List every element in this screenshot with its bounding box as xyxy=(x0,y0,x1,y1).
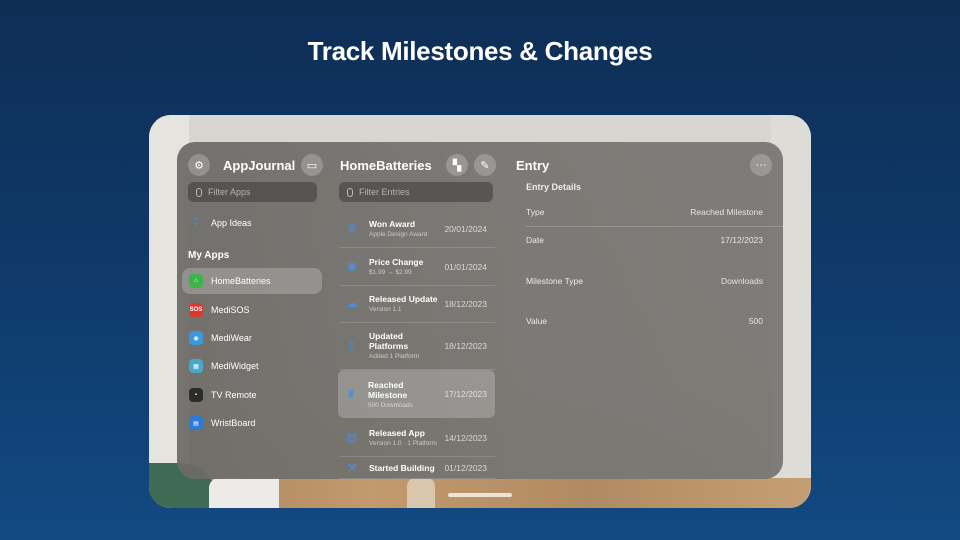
compose-button[interactable]: ✎ xyxy=(474,154,496,176)
filter-button[interactable]: ▚ xyxy=(446,154,468,176)
trophy-icon: ♛ xyxy=(347,223,357,235)
list-item[interactable]: ⚒ Started Building 01/12/2023 xyxy=(339,457,495,479)
filter-icon: ▚ xyxy=(452,159,462,172)
app-icon: ⌂ xyxy=(189,274,203,288)
app-icon: ▤ xyxy=(189,416,203,430)
sidebar-item-app-ideas[interactable]: 💡︎ App Ideas xyxy=(182,210,322,236)
sidebar-item-app[interactable]: ▤ WristBoard xyxy=(182,410,322,436)
my-apps-section-label: My Apps xyxy=(188,250,230,261)
entry-date: 14/12/2023 xyxy=(444,432,487,443)
entry-details-heading: Entry Details xyxy=(526,182,582,192)
price-tag-icon: ▣ xyxy=(346,261,358,273)
sidebar-item-app[interactable]: SOS MediSOS xyxy=(182,297,322,323)
hammer-icon: ⚒ xyxy=(347,462,357,474)
compose-icon: ✎ xyxy=(480,159,490,172)
list-item[interactable]: ▯ Updated Platforms Added 1 Platform 18/12/… xyxy=(339,322,495,370)
folder-add-icon: ▭ xyxy=(306,159,318,172)
entry-date: 18/12/2023 xyxy=(444,340,487,351)
entry-list-pane: HomeBatteries ▚ ✎ Filter Entries ♛ Won Aw… xyxy=(330,142,504,479)
entry-subtitle: $1.99 → $2.99 xyxy=(369,269,412,276)
sidebar-title: AppJournal xyxy=(223,157,296,173)
entry-subtitle: Added 1 Platform xyxy=(369,353,420,360)
entry-title: Won Award xyxy=(369,219,416,229)
sidebar: ⚙ AppJournal ▭ Filter Apps 💡︎ App Ideas … xyxy=(177,142,330,479)
sidebar-item-label: MediSOS xyxy=(211,305,250,315)
entry-detail-pane: Entry ··· Entry Details Type Reached Mil… xyxy=(504,142,783,479)
entry-title: Updated Platforms xyxy=(369,331,409,351)
more-options-button[interactable]: ··· xyxy=(750,154,772,176)
app-icon: ▦ xyxy=(189,359,203,373)
entry-subtitle: Version 1.1 xyxy=(369,306,402,313)
sidebar-item-label: MediWidget xyxy=(211,361,259,371)
list-item[interactable]: ☁ Released Update Version 1.1 18/12/2023 xyxy=(339,285,495,323)
entry-date: 18/12/2023 xyxy=(444,298,487,309)
app-window: ⚙ AppJournal ▭ Filter Apps 💡︎ App Ideas … xyxy=(177,142,783,479)
app-icon: SOS xyxy=(189,303,203,317)
entry-subtitle: Version 1.0 · 1 Platform xyxy=(369,440,437,447)
sidebar-item-label: TV Remote xyxy=(211,390,257,400)
list-item[interactable]: ♜ Reached Milestone 500 Downloads 17/12/202… xyxy=(338,370,495,418)
add-app-button[interactable]: ▭ xyxy=(301,154,323,176)
gear-icon: ⚙ xyxy=(194,159,204,172)
device-icon: ▯ xyxy=(348,340,356,352)
detail-row-value[interactable]: Value 500 xyxy=(526,316,763,326)
entry-date: 17/12/2023 xyxy=(444,389,487,399)
entry-date: 01/12/2023 xyxy=(444,462,487,473)
divider xyxy=(526,226,783,227)
filter-entries-input[interactable]: Filter Entries xyxy=(339,182,493,202)
detail-row-type: Type Reached Milestone xyxy=(526,207,763,217)
settings-button[interactable]: ⚙ xyxy=(188,154,210,176)
entry-title: Price Change xyxy=(369,257,424,267)
sidebar-item-app[interactable]: ▦ MediWidget xyxy=(182,353,322,379)
entry-subtitle: Apple Design Award xyxy=(369,231,428,238)
list-title: HomeBatteries xyxy=(340,157,432,173)
list-item[interactable]: ▣ Price Change $1.99 → $2.99 01/01/2024 xyxy=(339,248,495,286)
entry-title: Reached Milestone xyxy=(368,379,408,400)
milestone-icon: ♜ xyxy=(346,388,356,401)
list-item[interactable]: ▧ Released App Version 1.0 · 1 Platform 14/… xyxy=(339,419,495,457)
entry-title: Started Building xyxy=(369,462,435,473)
filter-apps-input[interactable]: Filter Apps xyxy=(188,182,317,202)
sidebar-item-app[interactable]: ⌂ HomeBatteries xyxy=(182,268,322,294)
list-item[interactable]: ♛ Won Award Apple Design Award 20/01/2024 xyxy=(339,210,495,248)
lightbulb-icon: 💡︎ xyxy=(192,216,200,229)
page-headline: Track Milestones & Changes xyxy=(307,36,653,66)
entry-title: Released Update xyxy=(369,294,438,304)
app-release-icon: ▧ xyxy=(346,432,358,444)
sidebar-item-label: WristBoard xyxy=(211,418,256,428)
microphone-icon xyxy=(196,187,202,197)
detail-row-milestone-type[interactable]: Milestone Type Downloads xyxy=(526,276,763,286)
app-icon: ◉ xyxy=(189,331,203,345)
entry-date: 20/01/2024 xyxy=(444,223,487,234)
sidebar-item-label: MediWear xyxy=(211,333,252,343)
entry-subtitle: 500 Downloads xyxy=(368,401,413,409)
sidebar-item-app[interactable]: ▪ TV Remote xyxy=(182,382,322,408)
ellipsis-icon: ··· xyxy=(755,159,767,171)
window-grabber[interactable] xyxy=(448,493,512,497)
sidebar-item-app[interactable]: ◉ MediWear xyxy=(182,325,322,351)
entry-date: 01/01/2024 xyxy=(444,261,487,272)
entry-title: Released App xyxy=(369,428,425,438)
cloud-upload-icon: ☁ xyxy=(346,298,358,310)
sidebar-item-label: HomeBatteries xyxy=(211,276,271,286)
app-icon: ▪ xyxy=(189,388,203,402)
microphone-icon xyxy=(347,187,353,197)
detail-title: Entry xyxy=(516,157,550,173)
detail-row-date[interactable]: Date 17/12/2023 xyxy=(526,235,763,245)
